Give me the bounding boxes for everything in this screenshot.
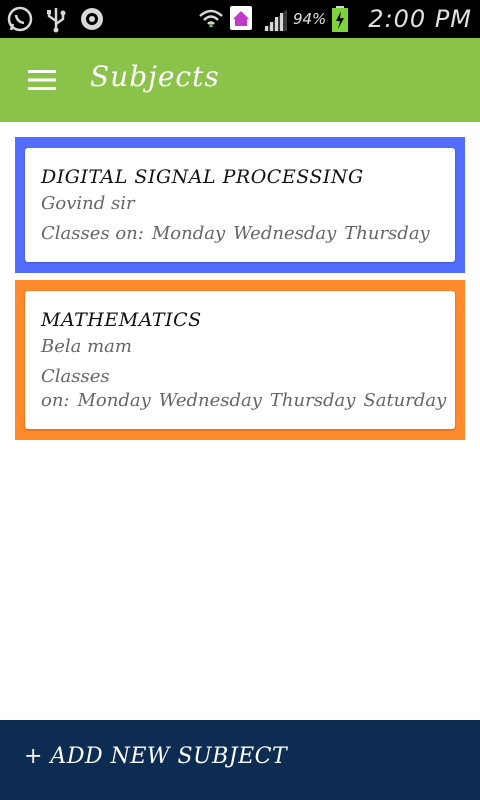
add-subject-button[interactable]: + ADD NEW SUBJECT: [0, 720, 480, 800]
page-title: Subjects: [90, 60, 220, 93]
class-day: Monday: [77, 390, 151, 411]
battery-percent: 94%: [292, 10, 327, 28]
battery-charging-icon: [330, 5, 358, 33]
class-day: Thursday: [344, 223, 430, 244]
subject-name: MATHEMATICS: [41, 309, 202, 331]
home-notification-icon: [229, 5, 257, 33]
subject-list: DIGITAL SIGNAL PROCESSING Govind sir Cla…: [15, 137, 465, 447]
class-day: Monday: [151, 223, 226, 244]
hamburger-menu-icon[interactable]: [22, 62, 62, 98]
class-day: Wednesday: [158, 390, 262, 411]
class-day: Thursday: [269, 390, 356, 411]
clock: 2:00 PM: [368, 5, 472, 33]
subject-teacher: Bela mam: [41, 336, 132, 357]
status-bar-system: 94% 2:00 PM: [197, 4, 472, 34]
subject-card-dsp[interactable]: DIGITAL SIGNAL PROCESSING Govind sir Cla…: [15, 137, 465, 273]
subject-card-body: MATHEMATICS Bela mam Classes on: Monday We…: [25, 291, 455, 429]
classes-prefix: Classes on:: [41, 223, 144, 244]
class-day: Wednesday: [233, 223, 337, 244]
status-bar-notifications: [6, 4, 106, 34]
subject-teacher: Govind sir: [41, 193, 135, 214]
sync-icon: [78, 5, 106, 33]
usb-icon: [42, 5, 70, 33]
subject-class-days: Classes on: Monday Wednesday Thursday: [41, 222, 439, 246]
class-day: Saturday: [363, 390, 447, 411]
status-bar: 94% 2:00 PM: [0, 0, 480, 38]
wifi-icon: [197, 5, 225, 33]
app-bar: Subjects: [0, 38, 480, 122]
subject-name: DIGITAL SIGNAL PROCESSING: [41, 166, 364, 188]
subject-class-days: Classes on: Monday Wednesday Thursday Saturd…: [41, 365, 446, 413]
whatsapp-icon: [6, 5, 34, 33]
add-subject-label: + ADD NEW SUBJECT: [24, 744, 288, 769]
subject-card-body: DIGITAL SIGNAL PROCESSING Govind sir Cla…: [25, 148, 455, 262]
signal-icon: [261, 5, 289, 33]
subject-card-mathematics[interactable]: MATHEMATICS Bela mam Classes on: Monday We…: [15, 280, 465, 440]
